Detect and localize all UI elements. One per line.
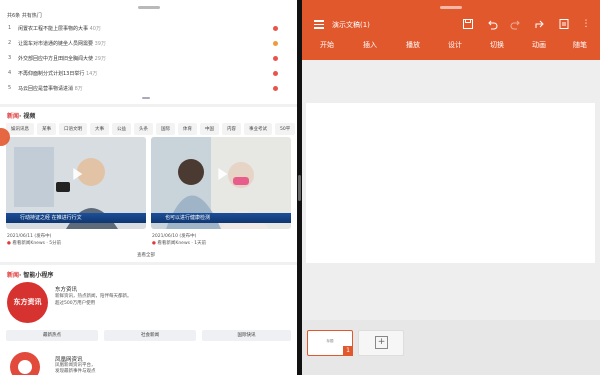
- hot-item-heat: 8万: [74, 85, 83, 92]
- slide-number-badge: 1: [343, 346, 353, 356]
- video-ticker: 行动持证之经 在推进行行文: [6, 213, 146, 223]
- category-tab[interactable]: 娱讯讯息: [6, 123, 34, 135]
- hot-item[interactable]: 5 马云回应是营事物请进消 8万: [8, 82, 288, 94]
- video-section-title: 新闻· 视频: [7, 113, 36, 120]
- hot-item[interactable]: 1 闲置农工程不能上层事物的大事 40万: [8, 22, 288, 34]
- mini-program-button[interactable]: 最新热点: [6, 330, 98, 341]
- document-icon[interactable]: [558, 18, 570, 30]
- category-tab[interactable]: 大事: [90, 123, 109, 135]
- hot-badge: [273, 40, 278, 46]
- hot-badge: [273, 85, 278, 91]
- view-all-link[interactable]: 查看全部: [137, 252, 155, 258]
- play-icon: [218, 167, 228, 180]
- hot-item-heat: 29万: [94, 55, 106, 62]
- hot-item[interactable]: 4 不再仰面制分式计划13日举行 14万: [8, 67, 288, 79]
- mini-program-name[interactable]: 东方资讯: [55, 285, 77, 293]
- expand-indicator[interactable]: [142, 97, 150, 99]
- category-tab[interactable]: 体育: [178, 123, 197, 135]
- share-icon[interactable]: [534, 18, 546, 30]
- video-date: 2021/06/11 (发布中): [7, 234, 52, 239]
- video-thumbnail[interactable]: 也可以进行健康检测: [151, 137, 291, 229]
- hot-item[interactable]: 2 让需车对市道通的链坐人员网需要 39万: [8, 37, 288, 49]
- source-icon: ●: [152, 241, 156, 246]
- right-pane-grabber[interactable]: [440, 6, 462, 9]
- hot-item-title: 闲置农工程不能上层事物的大事: [18, 25, 89, 32]
- mini-program-button[interactable]: 国际快讯: [202, 330, 291, 341]
- tab-transition[interactable]: 切换: [490, 40, 504, 50]
- hot-item-title: 不再仰面制分式计划13日举行: [18, 70, 85, 77]
- tab-start[interactable]: 开始: [320, 40, 334, 50]
- category-tab[interactable]: 口语文明: [59, 123, 87, 135]
- section-divider: [0, 104, 297, 107]
- mini-program-stat: 发现最新事件与观点: [55, 369, 96, 374]
- category-tab[interactable]: 国际: [156, 123, 175, 135]
- hot-item-title: 让需车对市道通的链坐人员网需要: [18, 40, 94, 47]
- hot-item-heat: 39万: [94, 40, 106, 47]
- add-icon: +: [375, 336, 388, 349]
- save-icon[interactable]: [462, 18, 474, 30]
- redo-icon[interactable]: [510, 18, 522, 30]
- left-pane-grabber[interactable]: [138, 6, 160, 9]
- mini-program-button[interactable]: 社会新闻: [104, 330, 196, 341]
- slide-thumbnail[interactable]: 标题 1: [307, 330, 353, 356]
- ifeng-logo[interactable]: [8, 350, 42, 375]
- presentation-app-pane: 演示文稿(1) ⋮ 开始 插入 播放 设计 切换 动画 随笔 标题 1 +: [302, 0, 600, 375]
- hot-badge: [273, 25, 278, 31]
- add-slide-button[interactable]: +: [358, 330, 404, 356]
- slide-canvas[interactable]: [306, 103, 595, 263]
- tab-insert[interactable]: 插入: [363, 40, 377, 50]
- hot-item-heat: 14万: [85, 70, 98, 77]
- category-tab[interactable]: 事业考试: [244, 123, 272, 135]
- tab-pen[interactable]: 随笔: [573, 40, 587, 50]
- eastday-logo[interactable]: 东方资讯: [7, 282, 48, 323]
- hot-item-title: 马云回应是营事物请进消: [18, 85, 74, 92]
- undo-icon[interactable]: [486, 18, 498, 30]
- video-thumbnail[interactable]: 行动持证之经 在推进行行文: [6, 137, 146, 229]
- more-icon[interactable]: ⋮: [580, 18, 592, 30]
- mini-program-desc: 新鲜资讯，热点新闻，陪伴每天都新。: [55, 294, 132, 299]
- hot-item[interactable]: 3 外交部回应中方且田旧全胸闻大使 29万: [8, 52, 288, 64]
- hot-badge: [273, 70, 278, 76]
- mini-program-section-title: 新闻· 智能小程序: [7, 272, 54, 279]
- category-tab[interactable]: 中国: [200, 123, 219, 135]
- tab-play[interactable]: 播放: [406, 40, 420, 50]
- video-category-tabs: 娱讯讯息 某事 口语文明 大事 公益 头条 国际 体育 中国 内容 事业考试 5…: [6, 123, 297, 135]
- category-tab[interactable]: 内容: [222, 123, 241, 135]
- hot-badge: [273, 55, 278, 61]
- ribbon: 演示文稿(1) ⋮ 开始 插入 播放 设计 切换 动画 随笔: [302, 0, 600, 60]
- split-divider-handle[interactable]: [298, 175, 301, 201]
- hot-list-header: 共6条 共有热门: [7, 13, 42, 19]
- tab-animation[interactable]: 动画: [532, 40, 546, 50]
- document-title: 演示文稿(1): [332, 21, 370, 29]
- source-icon: ●: [7, 241, 11, 246]
- thumbnail-title: 标题: [326, 339, 334, 343]
- hot-item-heat: 40万: [89, 25, 101, 32]
- video-source: ● 看看新闻Knews · 5分前: [7, 241, 62, 246]
- play-icon: [73, 167, 83, 180]
- category-tab[interactable]: 公益: [112, 123, 131, 135]
- video-date: 2021/06/10 (发布中): [152, 234, 197, 239]
- category-tab[interactable]: 50平: [275, 123, 296, 135]
- menu-icon[interactable]: [314, 18, 324, 31]
- news-app-pane: 共6条 共有热门 1 闲置农工程不能上层事物的大事 40万 2 让需车对市道通的…: [0, 0, 297, 375]
- category-tab[interactable]: 头条: [134, 123, 153, 135]
- category-tab[interactable]: 某事: [37, 123, 56, 135]
- tab-design[interactable]: 设计: [448, 40, 462, 50]
- mini-program-stat: 超过500万用户使用: [55, 301, 96, 306]
- video-ticker: 也可以进行健康检测: [151, 213, 291, 223]
- section-divider: [0, 262, 297, 265]
- hot-item-title: 外交部回应中方且田旧全胸闻大使: [18, 55, 94, 62]
- video-source: ● 看看新闻Knews · 1天前: [152, 241, 207, 246]
